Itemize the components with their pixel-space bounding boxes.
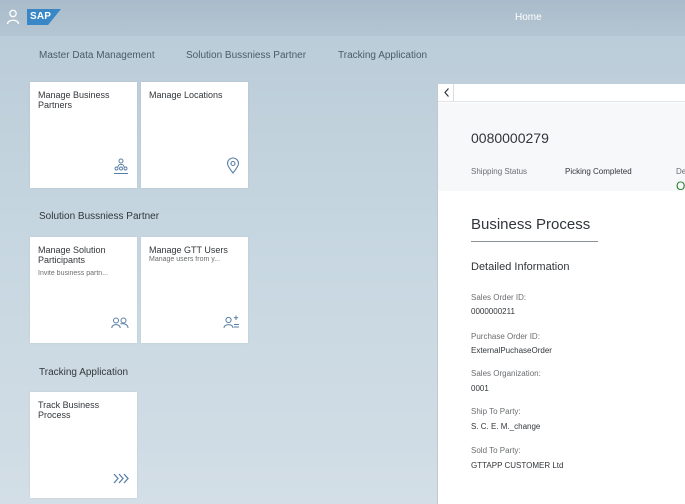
section-title[interactable]: Business Process bbox=[471, 216, 590, 233]
section-tab-underline bbox=[471, 241, 598, 242]
tile-manage-locations[interactable]: Manage Locations bbox=[141, 82, 248, 188]
shipping-status-label: Shipping Status bbox=[471, 167, 528, 176]
tab-solution-business-partner[interactable]: Solution Bussniess Partner bbox=[186, 50, 306, 61]
detail-panel: 0080000279 Shipping Status Picking Compl… bbox=[437, 84, 685, 504]
group-title-tracking-application: Tracking Application bbox=[39, 367, 129, 378]
tab-tracking-application[interactable]: Tracking Application bbox=[338, 50, 427, 61]
field-value-purchase-order-id: ExternalPuchaseOrder bbox=[471, 346, 552, 355]
group-tab-bar: Master Data Management Solution Bussnies… bbox=[0, 44, 685, 70]
back-button[interactable] bbox=[440, 84, 454, 101]
add-user-icon bbox=[223, 315, 239, 329]
object-header: 0080000279 Shipping Status Picking Compl… bbox=[438, 103, 685, 193]
tile-manage-solution-participants[interactable]: Manage Solution Participants Invite busi… bbox=[30, 237, 137, 343]
field-value-sales-order-id: 0000000211 bbox=[471, 307, 515, 316]
field-label-purchase-order-id: Purchase Order ID: bbox=[471, 332, 540, 341]
field-label-ship-to-party: Ship To Party: bbox=[471, 407, 521, 416]
subsection-title: Detailed Information bbox=[471, 261, 570, 273]
map-pin-icon bbox=[226, 157, 240, 174]
tile-track-business-process[interactable]: Track Business Process bbox=[30, 392, 137, 498]
people-group-icon bbox=[114, 158, 128, 174]
field-value-sold-to-party: GTTAPP CUSTOMER Ltd bbox=[471, 461, 564, 470]
object-id: 0080000279 bbox=[471, 130, 549, 146]
shipping-status-value: Picking Completed bbox=[565, 167, 632, 176]
tile-title: Manage Business Partners bbox=[38, 90, 110, 110]
panel-toolbar bbox=[438, 84, 685, 102]
field-label-sales-organization: Sales Organization: bbox=[471, 369, 541, 378]
clipped-attribute-label: De bbox=[676, 167, 685, 176]
tile-title: Manage Solution Participants bbox=[38, 245, 106, 265]
group-title-solution-business-partner: Solution Bussniess Partner bbox=[39, 211, 160, 222]
tile-manage-gtt-users[interactable]: Manage GTT Users Manage users from y... bbox=[141, 237, 248, 343]
clipped-status-value: O bbox=[676, 179, 685, 193]
shell-bar: SAP Home bbox=[0, 0, 685, 36]
tile-subtitle: Invite business partn... bbox=[38, 270, 109, 277]
user-icon[interactable] bbox=[6, 9, 20, 25]
chevrons-right-icon bbox=[113, 473, 129, 484]
field-value-ship-to-party: S. C. E. M._change bbox=[471, 422, 541, 431]
chevron-left-icon bbox=[444, 88, 449, 97]
group-icon bbox=[111, 317, 129, 329]
field-label-sales-order-id: Sales Order ID: bbox=[471, 293, 527, 302]
tile-subtitle: Manage users from y... bbox=[149, 256, 221, 263]
tile-title: Manage Locations bbox=[149, 90, 223, 100]
tile-manage-business-partners[interactable]: Manage Business Partners bbox=[30, 82, 137, 188]
tile-title: Manage GTT Users bbox=[149, 245, 228, 255]
tab-master-data-management[interactable]: Master Data Management bbox=[39, 50, 155, 61]
shell-title[interactable]: Home bbox=[515, 12, 542, 23]
field-value-sales-organization: 0001 bbox=[471, 384, 489, 393]
sap-logo[interactable]: SAP bbox=[27, 9, 61, 25]
tile-title: Track Business Process bbox=[38, 400, 100, 420]
field-label-sold-to-party: Sold To Party: bbox=[471, 446, 521, 455]
